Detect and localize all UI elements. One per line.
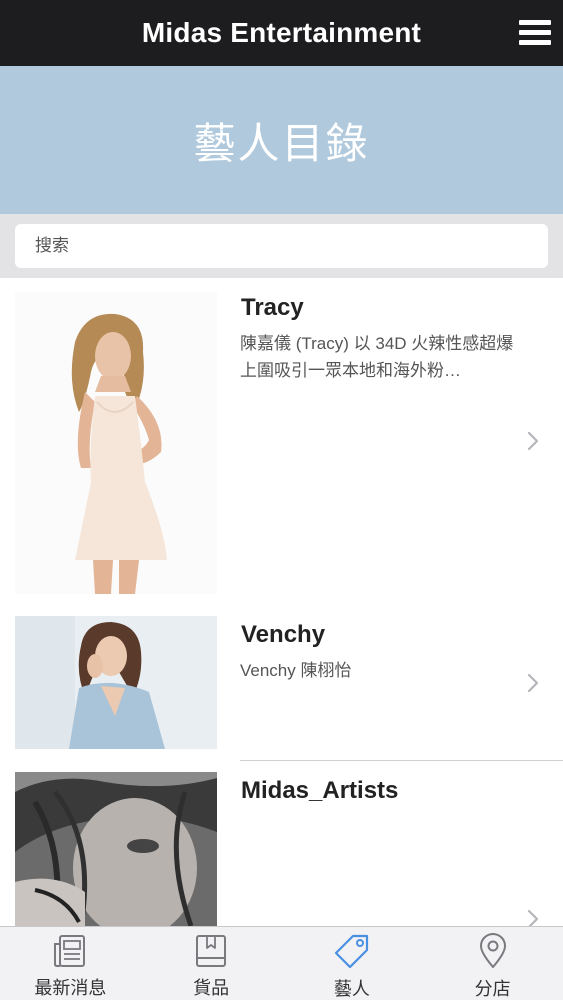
tab-label: 最新消息 (34, 978, 107, 999)
chevron-right-icon (527, 909, 539, 926)
tag-icon (332, 933, 372, 969)
list-item-tracy[interactable]: Tracy 陳嘉儀 (Tracy) 以 34D 火辣性感超爆上圍吸引一眾本地和海… (0, 278, 563, 606)
list-item-midas-artists[interactable]: Midas_Artists (0, 762, 563, 926)
tab-news[interactable]: 最新消息 (0, 927, 141, 1000)
artist-photo (15, 772, 217, 926)
book-icon (191, 933, 231, 968)
tab-products[interactable]: 貨品 (141, 927, 282, 1000)
artist-name: Venchy (241, 621, 326, 648)
artist-description: Venchy 陳栩怡 (240, 661, 352, 680)
tab-label: 分店 (474, 979, 511, 1000)
tab-label: 貨品 (193, 978, 230, 999)
bottom-tab-bar: 最新消息 貨品 藝人 分店 (0, 926, 563, 1000)
artist-name: Tracy (241, 294, 304, 321)
search-bar (0, 214, 563, 278)
app-title: Midas Entertainment (141, 17, 422, 48)
artist-photo (15, 616, 217, 749)
chevron-right-icon (527, 431, 539, 451)
page-title: 藝人目錄 (193, 118, 370, 168)
top-nav-bar: Midas Entertainment (0, 0, 563, 66)
artist-description: 陳嘉儀 (Tracy) 以 34D 火辣性感超爆上圍吸引一眾本地和海外粉… (240, 334, 514, 380)
list-item-venchy[interactable]: Venchy Venchy 陳栩怡 (0, 606, 563, 762)
search-input[interactable] (15, 224, 548, 268)
location-pin-icon (473, 933, 513, 969)
artist-list: Tracy 陳嘉儀 (Tracy) 以 34D 火辣性感超爆上圍吸引一眾本地和海… (0, 278, 563, 926)
tab-artists[interactable]: 藝人 (282, 927, 423, 1000)
chevron-right-icon (527, 673, 539, 693)
tab-label: 藝人 (333, 979, 370, 1000)
news-icon (50, 933, 90, 968)
page-banner: 藝人目錄 (0, 66, 563, 214)
artist-name: Midas_Artists (241, 777, 399, 804)
list-divider (240, 760, 563, 761)
artist-photo (15, 292, 217, 594)
tab-stores[interactable]: 分店 (422, 927, 563, 1000)
hamburger-menu-icon[interactable] (519, 20, 551, 46)
